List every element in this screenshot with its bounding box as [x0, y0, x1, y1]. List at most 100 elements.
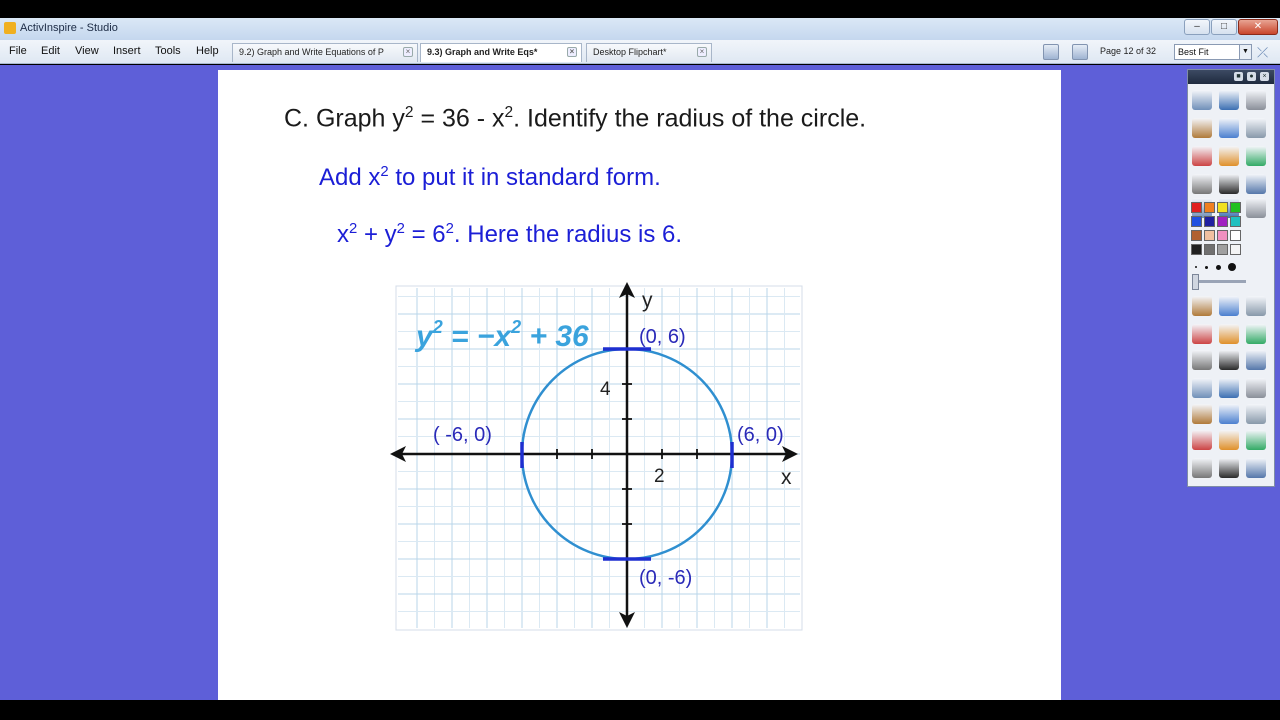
toolbox-tool-icon[interactable] [1246, 146, 1266, 166]
toolbox-tool-icon[interactable] [1192, 458, 1212, 478]
toolbox-tool-icon[interactable] [1219, 90, 1239, 110]
toolbox-minimize-icon[interactable]: ■ [1234, 72, 1243, 81]
toolbox-tool-icon[interactable] [1192, 350, 1212, 370]
color-swatch[interactable] [1204, 230, 1215, 241]
toolbox-settings-icon[interactable]: ● [1247, 72, 1256, 81]
toolbox-tool-icon[interactable] [1219, 350, 1239, 370]
pen-width-track [1196, 280, 1246, 283]
menu-tools[interactable]: Tools [155, 45, 181, 57]
toolbox-tool-icon[interactable] [1192, 324, 1212, 344]
toolbox-tool-icon[interactable] [1246, 404, 1266, 424]
zoom-value: Best Fit [1178, 47, 1209, 57]
window-controls: – □ ✕ [1184, 19, 1278, 35]
toolbox-tool-icon[interactable] [1219, 296, 1239, 316]
pen-width-slider[interactable] [1192, 274, 1199, 290]
chevron-down-icon: ▼ [1239, 45, 1251, 59]
point-label-top: (0, 6) [639, 326, 686, 348]
toolbox-tool-icon[interactable] [1192, 296, 1212, 316]
screen-bottom-bar [0, 700, 1280, 720]
color-swatch[interactable] [1230, 202, 1241, 213]
page-indicator: Page 12 of 32 [1100, 46, 1157, 56]
app-logo-icon [4, 22, 16, 34]
y-tick-label-4: 4 [600, 379, 611, 400]
tab-close-icon[interactable]: × [567, 47, 577, 57]
tab-flipchart-9-3[interactable]: 9.3) Graph and Write Eqs* × [420, 43, 582, 62]
color-swatch[interactable] [1217, 202, 1228, 213]
toolbox-tool-icon[interactable] [1192, 118, 1212, 138]
toolbox-tool-icon[interactable] [1246, 458, 1266, 478]
color-swatch[interactable] [1230, 230, 1241, 241]
tab-desktop-flipchart[interactable]: Desktop Flipchart* × [586, 43, 712, 62]
page-notes-icon[interactable] [1043, 44, 1059, 60]
color-swatch[interactable] [1191, 230, 1202, 241]
main-toolbox: ■ ● × [1187, 69, 1275, 487]
circle-graph: y2 = −x2 + 36 y x 2 4 (0, 6) ( -6, 0) (6… [390, 282, 803, 631]
minimize-button[interactable]: – [1184, 19, 1210, 35]
toolbox-tool-icon[interactable] [1219, 378, 1239, 398]
pen-size-option[interactable] [1215, 264, 1221, 270]
color-swatch[interactable] [1230, 244, 1241, 255]
dual-user-icon[interactable] [1072, 44, 1088, 60]
toolbox-close-icon[interactable]: × [1260, 72, 1269, 81]
menu-help[interactable]: Help [196, 45, 219, 57]
color-swatch[interactable] [1204, 216, 1215, 227]
toolbox-tool-icon[interactable] [1192, 174, 1212, 194]
window-title: ActivInspire - Studio [20, 22, 118, 34]
toolbox-tool-icon[interactable] [1192, 404, 1212, 424]
color-swatch[interactable] [1204, 244, 1215, 255]
x-tick-label-2: 2 [654, 466, 665, 487]
toolbox-tool-icon[interactable] [1246, 430, 1266, 450]
point-label-left: ( -6, 0) [433, 424, 492, 446]
toolbox-tool-icon[interactable] [1219, 404, 1239, 424]
color-swatch[interactable] [1230, 216, 1241, 227]
toolbox-tool-icon[interactable] [1192, 378, 1212, 398]
tab-close-icon[interactable]: × [697, 47, 707, 57]
toolbox-tool-icon[interactable] [1246, 378, 1266, 398]
pen-size-option[interactable] [1204, 265, 1208, 269]
toolbox-tool-icon[interactable] [1219, 324, 1239, 344]
toolbox-tool-icon[interactable] [1246, 118, 1266, 138]
menu-bar: File Edit View Insert Tools Help 9.2) Gr… [0, 40, 1280, 64]
close-button[interactable]: ✕ [1238, 19, 1278, 35]
maximize-button[interactable]: □ [1211, 19, 1237, 35]
color-swatch[interactable] [1217, 230, 1228, 241]
tab-flipchart-9-2[interactable]: 9.2) Graph and Write Equations of P × [232, 43, 418, 62]
toolbox-tool-icon[interactable] [1246, 324, 1266, 344]
toolbox-tool-icon[interactable] [1219, 118, 1239, 138]
toolbox-tool-icon[interactable] [1246, 174, 1266, 194]
color-swatch[interactable] [1217, 244, 1228, 255]
answer-step-1: Add x2 to put it in standard form. [319, 164, 661, 192]
toolbox-tool-icon[interactable] [1192, 430, 1212, 450]
activinspire-window: ActivInspire - Studio – □ ✕ File Edit Vi… [0, 0, 1280, 720]
color-swatch[interactable] [1191, 216, 1202, 227]
pen-size-option[interactable] [1228, 263, 1236, 271]
title-bar: ActivInspire - Studio – □ ✕ [0, 18, 1280, 40]
screen-top-bar [0, 0, 1280, 18]
toolbox-tool-icon[interactable] [1219, 458, 1239, 478]
toolbox-tool-icon[interactable] [1246, 296, 1266, 316]
color-swatch[interactable] [1204, 202, 1215, 213]
menu-view[interactable]: View [75, 45, 99, 57]
color-swatch[interactable] [1191, 202, 1202, 213]
tab-label: 9.3) Graph and Write Eqs* [427, 47, 538, 57]
toolbox-tool-icon[interactable] [1219, 146, 1239, 166]
fullscreen-icon[interactable]: ⤫ [1257, 44, 1268, 60]
color-swatch[interactable] [1217, 216, 1228, 227]
toolbox-tool-icon[interactable] [1219, 174, 1239, 194]
toolbox-tool-icon[interactable] [1246, 350, 1266, 370]
point-label-bottom: (0, -6) [639, 567, 692, 589]
tab-close-icon[interactable]: × [403, 47, 413, 57]
menu-insert[interactable]: Insert [113, 45, 141, 57]
menu-file[interactable]: File [9, 45, 27, 57]
toolbox-tool-icon[interactable] [1192, 90, 1212, 110]
toolbox-tool-icon[interactable] [1192, 146, 1212, 166]
toolbox-tool-icon[interactable] [1219, 430, 1239, 450]
color-swatch[interactable] [1191, 244, 1202, 255]
pen-size-option[interactable] [1195, 266, 1197, 268]
zoom-select[interactable]: Best Fit ▼ [1174, 44, 1252, 60]
menu-edit[interactable]: Edit [41, 45, 60, 57]
x-axis-label: x [781, 466, 792, 489]
toolbox-header[interactable]: ■ ● × [1188, 70, 1274, 84]
toolbox-tool-icon[interactable] [1246, 90, 1266, 110]
toolbox-tool-icon[interactable] [1246, 198, 1266, 218]
